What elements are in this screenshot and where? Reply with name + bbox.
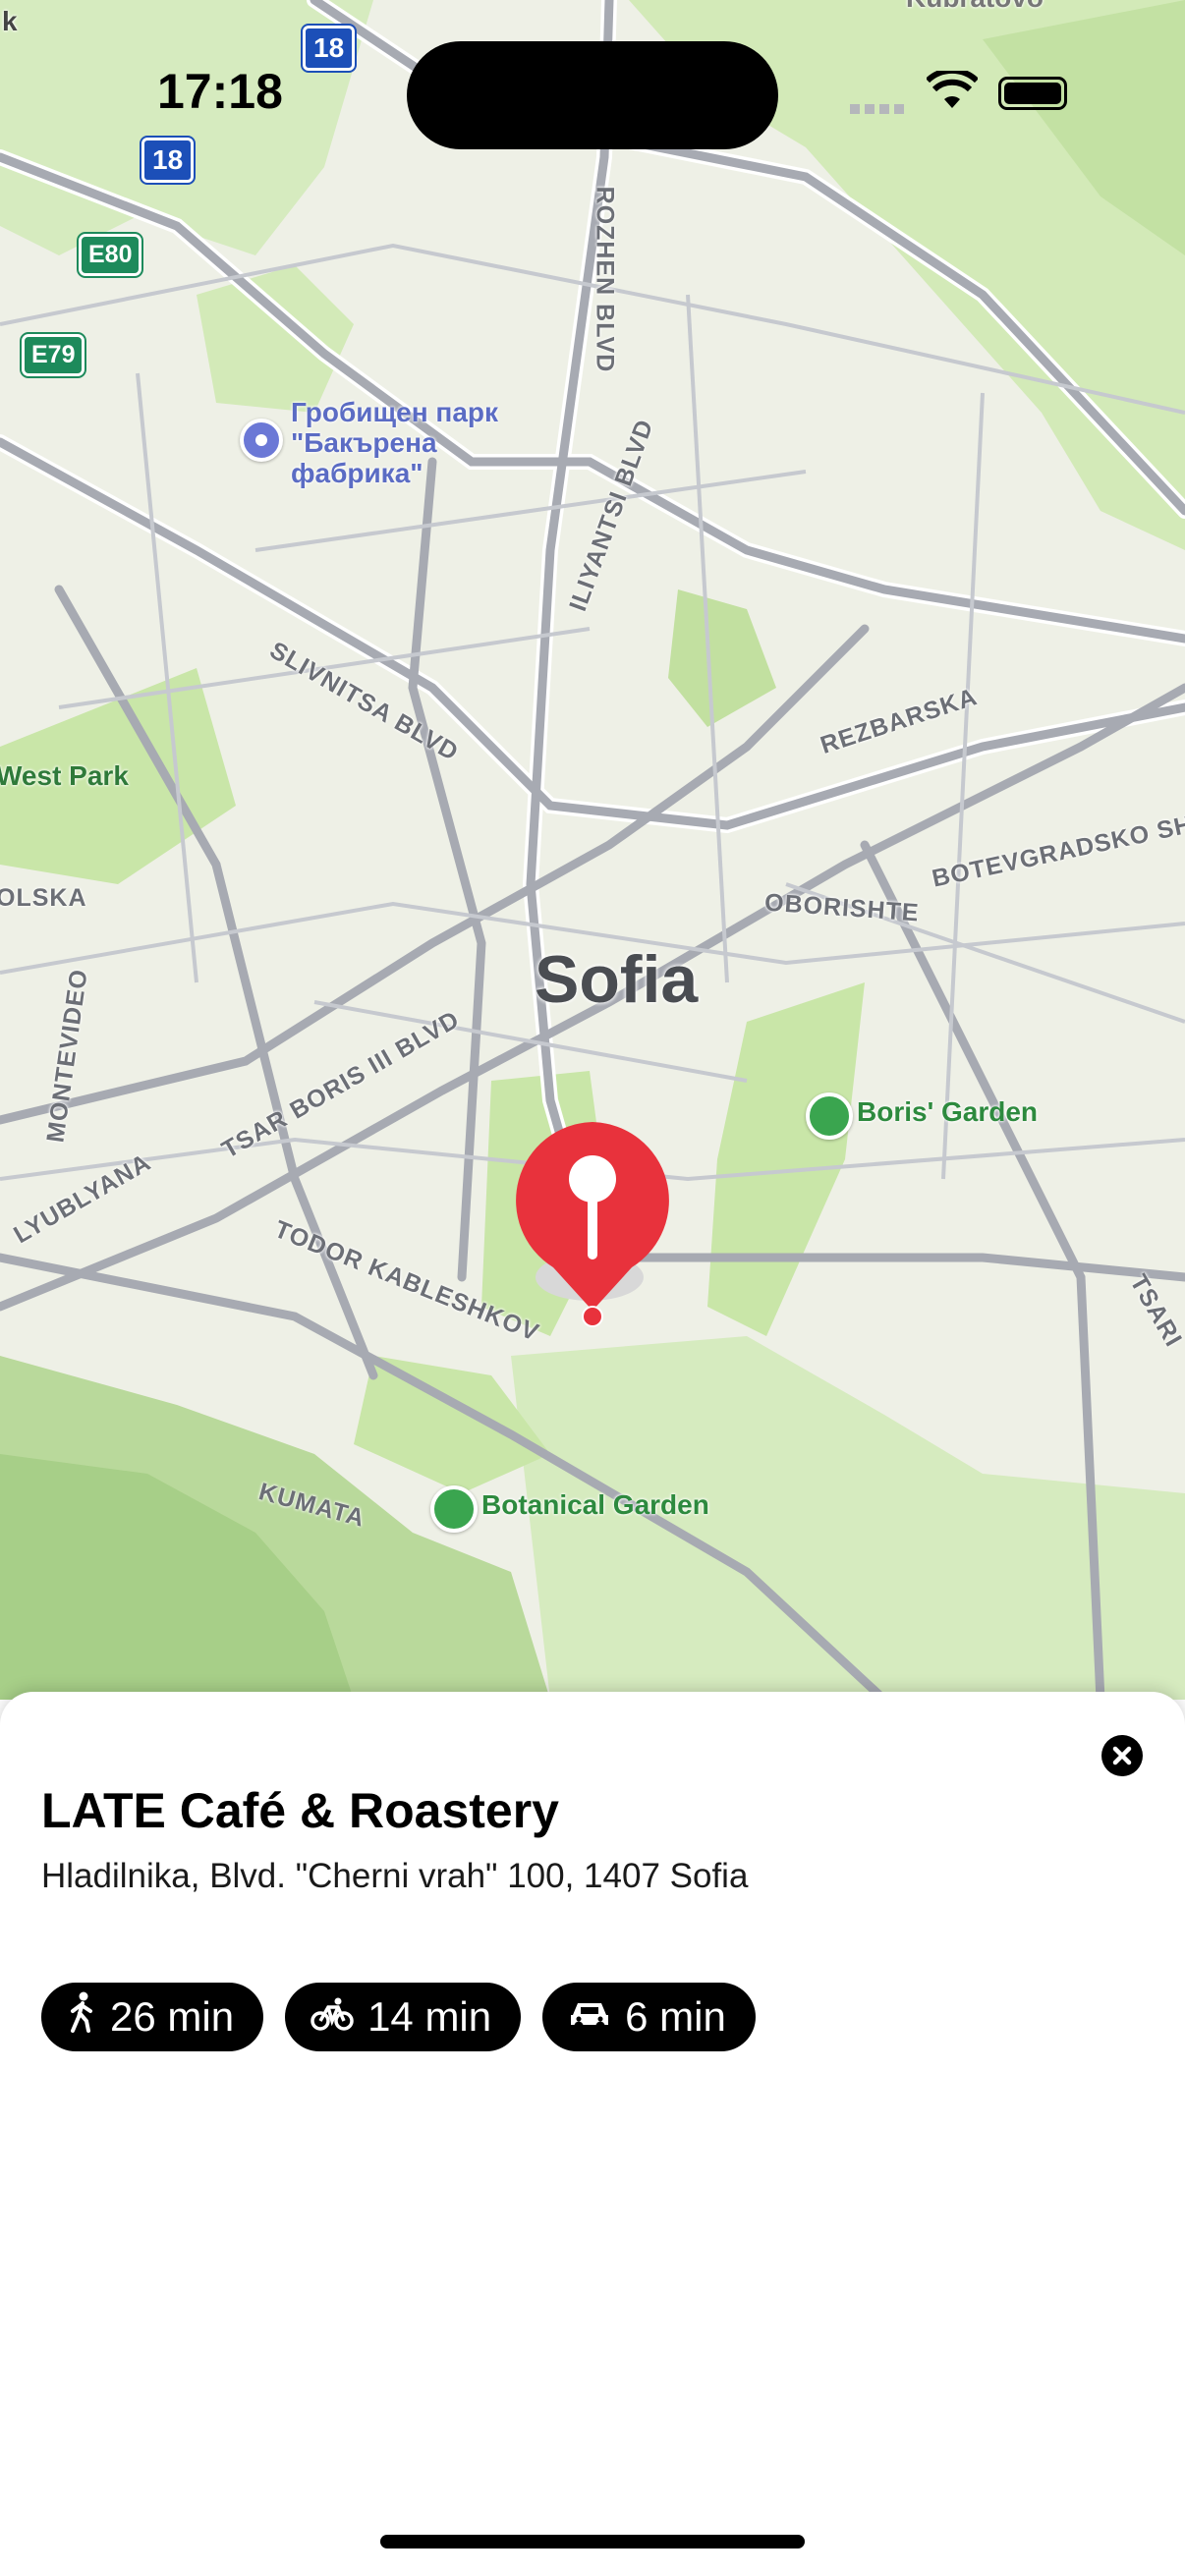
dynamic-island [407,41,778,149]
botanical-garden-icon[interactable] [430,1485,478,1533]
place-name: LATE Café & Roastery [41,1783,559,1838]
driving-time-label: 6 min [625,1993,726,2040]
place-detail-sheet[interactable]: LATE Café & Roastery Hladilnika, Blvd. "… [0,1692,1185,2576]
walking-time-button[interactable]: 26 min [41,1983,264,2051]
edge-label-kubratovo: Kubratovo [906,0,1044,14]
highway-shield-e80: E80 [76,232,144,278]
edge-label: k [2,6,18,36]
cemetery-poi-icon[interactable] [240,419,283,462]
close-icon[interactable] [1101,1735,1143,1776]
location-pin-icon[interactable] [509,1118,676,1328]
bike-icon [310,1993,354,2041]
city-label: Sofia [535,942,699,1017]
boris-garden-label: Boris' Garden [857,1096,1039,1127]
wifi-icon [925,67,980,115]
walk-icon [67,1991,96,2043]
highway-shield-18b: 18 [139,136,197,185]
district-label-west-park: West Park [0,760,129,791]
botanical-garden-label: Botanical Garden [481,1489,709,1520]
cycling-time-label: 14 min [367,1993,492,2040]
cycling-time-button[interactable]: 14 min [285,1983,522,2051]
car-icon [568,1993,611,2041]
travel-time-options: 26 min 14 min 6 min [41,1983,756,2051]
park-icon[interactable] [806,1092,853,1140]
highway-shield-18: 18 [300,24,358,73]
battery-icon [998,77,1067,110]
highway-shield-e79: E79 [19,332,87,378]
road-label-rozhen: ROZHEN BLVD [591,186,619,373]
map-view[interactable]: 17:18 18 18 E80 E79 k Kubratovo Гробищен… [0,0,1185,1700]
driving-time-button[interactable]: 6 min [542,1983,756,2051]
cemetery-label: Гробищен парк "Бакърена фабрика" [291,397,499,488]
status-time: 17:18 [157,64,283,119]
home-indicator[interactable] [380,2535,805,2548]
walking-time-label: 26 min [110,1993,235,2040]
road-label-olska: OLSKA [0,884,87,912]
place-address: Hladilnika, Blvd. "Cherni vrah" 100, 140… [41,1857,749,1895]
signal-dots [850,104,909,114]
